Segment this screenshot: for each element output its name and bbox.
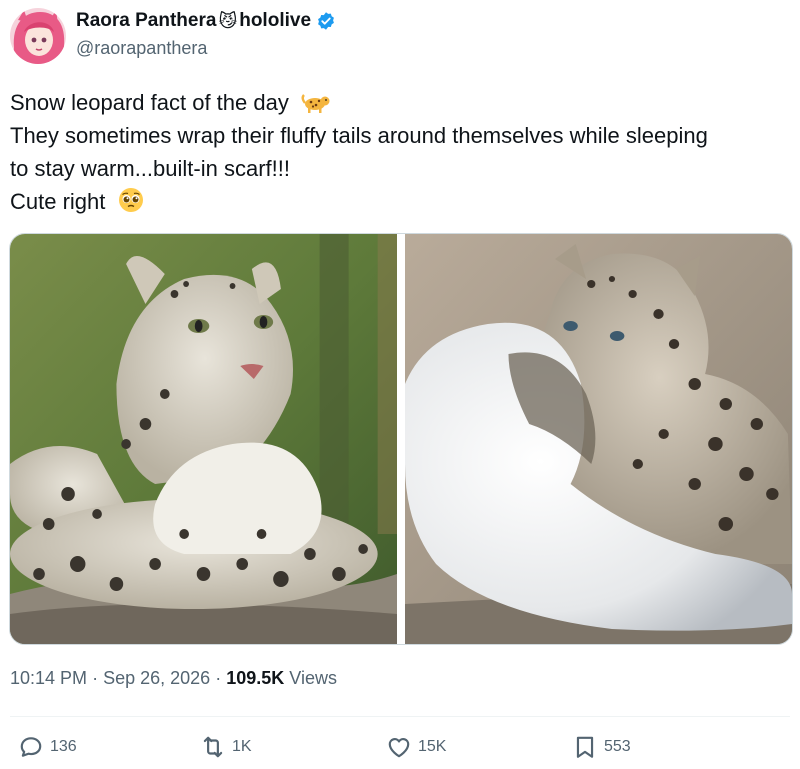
tweet-line: Cute right xyxy=(10,185,790,218)
author-handle[interactable]: @raorapanthera xyxy=(76,38,207,59)
snow-leopard-cub-tail-photo xyxy=(405,234,792,644)
reply-icon xyxy=(20,737,42,757)
tweet-media xyxy=(9,233,793,645)
tweet-line: to stay warm...built-in scarf!!! xyxy=(10,152,790,185)
cat-face-emoji: 😼 xyxy=(218,11,238,31)
reply-count: 136 xyxy=(50,738,77,755)
verified-badge-icon xyxy=(318,12,334,30)
repost-icon xyxy=(203,736,223,758)
tweet-line-text: Snow leopard fact of the day xyxy=(10,90,289,115)
views-label: Views xyxy=(289,668,337,688)
heart-icon xyxy=(388,738,410,758)
author-name-row[interactable]: Raora Panthera 😼 hololive xyxy=(76,10,336,32)
tweet-text: Snow leopard fact of the day They someti… xyxy=(10,86,790,218)
meta-separator: · xyxy=(215,668,222,688)
like-count: 15K xyxy=(418,738,447,755)
snow-leopard-resting-photo xyxy=(10,234,397,644)
tweet-line-text: to stay warm...built-in scarf!!! xyxy=(10,156,290,181)
tweet-date[interactable]: Sep 26, 2026 xyxy=(103,668,210,688)
tweet-line: Snow leopard fact of the day xyxy=(10,86,790,119)
tweet-line: They sometimes wrap their fluffy tails a… xyxy=(10,119,790,152)
tweet-meta: 10:14 PM · Sep 26, 2026 · 109.5K Views xyxy=(10,668,337,689)
author-affiliation: hololive xyxy=(239,10,312,31)
repost-button[interactable]: 1K xyxy=(200,734,252,760)
pleading-face-emoji-icon xyxy=(118,188,143,212)
tweet-line-text: They sometimes wrap their fluffy tails a… xyxy=(10,123,708,148)
bookmark-icon xyxy=(576,736,594,758)
action-bar: 136 1K 15K 553 xyxy=(0,730,800,768)
bookmark-button[interactable]: 553 xyxy=(572,734,631,760)
bookmark-count: 553 xyxy=(604,738,631,755)
avatar[interactable] xyxy=(10,8,66,64)
photo-right[interactable] xyxy=(405,234,792,644)
avatar-image xyxy=(10,8,66,64)
tweet-time[interactable]: 10:14 PM xyxy=(10,668,87,688)
leopard-emoji-icon xyxy=(301,94,330,113)
divider xyxy=(10,716,790,717)
meta-separator: · xyxy=(92,668,99,688)
like-button[interactable]: 15K xyxy=(386,734,446,760)
author-display-name[interactable]: Raora Panthera xyxy=(76,10,216,32)
tweet-line-text: Cute right xyxy=(10,189,106,214)
repost-count: 1K xyxy=(232,738,252,755)
photo-left[interactable] xyxy=(10,234,397,644)
reply-button[interactable]: 136 xyxy=(18,734,77,760)
views-count: 109.5K xyxy=(226,668,285,688)
